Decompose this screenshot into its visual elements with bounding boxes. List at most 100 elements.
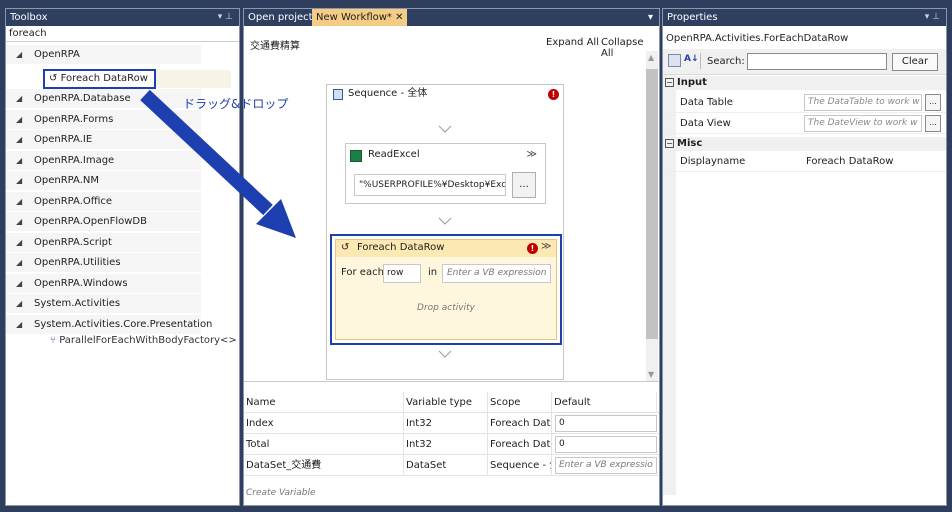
foreach-header[interactable]: ↺ Foreach DataRow ! ≫: [336, 240, 556, 257]
sequence-header[interactable]: Sequence - 全体 !: [326, 84, 564, 104]
collapse-icon[interactable]: ◢: [16, 274, 22, 294]
collapse-box-icon[interactable]: −: [665, 78, 674, 87]
category-misc[interactable]: − Misc: [663, 137, 946, 151]
property-value[interactable]: Foreach DataRow: [806, 151, 893, 172]
error-icon[interactable]: !: [548, 89, 559, 100]
scroll-down-icon[interactable]: ▼: [648, 370, 654, 379]
variable-scope[interactable]: Foreach DataI: [488, 413, 552, 434]
loop-variable-input[interactable]: row: [383, 264, 421, 283]
tree-item-forms[interactable]: ◢ OpenRPA.Forms: [6, 110, 201, 130]
alphabetical-sort-icon[interactable]: A↓: [684, 54, 699, 64]
foreach-datarow-activity[interactable]: ↺ Foreach DataRow ! ≫ For each row in En…: [330, 234, 562, 345]
toolbox-title: Toolbox: [10, 12, 48, 23]
tree-item-script[interactable]: ◢ OpenRPA.Script: [6, 233, 201, 253]
tree-item-foreach-datarow[interactable]: ↺ Foreach DataRow: [43, 69, 156, 89]
scrollbar-thumb[interactable]: [646, 69, 658, 339]
search-label: Search:: [707, 56, 745, 67]
collapse-box-icon[interactable]: −: [665, 139, 674, 148]
tree-item-label: OpenRPA.Image: [34, 155, 115, 166]
collapse-icon[interactable]: ◢: [16, 192, 22, 212]
tree-item-ie[interactable]: ◢ OpenRPA.IE: [6, 130, 201, 150]
tree-item-utilities[interactable]: ◢ OpenRPA.Utilities: [6, 253, 201, 273]
category-input[interactable]: − Input: [663, 76, 946, 90]
tree-item-image[interactable]: ◢ OpenRPA.Image: [6, 151, 201, 171]
sequence-icon: [333, 89, 343, 100]
tree-item-label: ParallelForEachWithBodyFactory<>: [59, 335, 237, 346]
collapse-icon[interactable]: ◢: [16, 151, 22, 171]
file-path-input[interactable]: "%USERPROFILE%¥Desktop¥Exc: [354, 174, 506, 196]
ellipsis-button[interactable]: ...: [925, 115, 941, 132]
read-excel-activity[interactable]: ReadExcel ≫ "%USERPROFILE%¥Desktop¥Exc .…: [345, 143, 546, 204]
column-header-scope[interactable]: Scope: [488, 392, 552, 413]
column-header-default[interactable]: Default: [552, 392, 657, 413]
property-row[interactable]: Data Table The DataTable to work w ...: [663, 92, 946, 113]
drop-activity-zone[interactable]: Drop activity: [336, 303, 556, 313]
column-header-name[interactable]: Name: [244, 392, 404, 413]
property-row[interactable]: Data View The DateView to work w ...: [663, 113, 946, 134]
tab-open-project[interactable]: Open project: [244, 9, 317, 26]
collapse-icon[interactable]: ◢: [16, 212, 22, 232]
collapse-icon[interactable]: ◢: [16, 315, 22, 335]
foreach-icon: ↺: [341, 242, 350, 253]
variable-type[interactable]: Int32: [404, 434, 488, 455]
variable-default-input[interactable]: Enter a VB expressio: [555, 457, 657, 474]
variable-default-input[interactable]: 0: [555, 436, 657, 453]
workflow-designer: Open project New Workflow* ✕ ▾ 交通費精算 Exp…: [243, 8, 660, 506]
tree-item-core-presentation[interactable]: ◢ System.Activities.Core.Presentation: [6, 315, 212, 335]
table-row[interactable]: Index Int32 Foreach DataI 0: [244, 413, 659, 434]
pin-icon[interactable]: ▾ ⊥: [218, 9, 233, 26]
categorized-sort-icon[interactable]: [668, 54, 681, 67]
ellipsis-button[interactable]: ...: [925, 94, 941, 111]
property-value-input[interactable]: The DataTable to work w: [804, 94, 922, 111]
browse-button[interactable]: ...: [512, 172, 536, 198]
toolbox-search-input[interactable]: foreach: [6, 26, 239, 42]
tree-item-openflowdb[interactable]: ◢ OpenRPA.OpenFlowDB: [6, 212, 201, 232]
table-row[interactable]: Total Int32 Foreach DataI 0: [244, 434, 659, 455]
collection-expression-input[interactable]: Enter a VB expression: [442, 264, 551, 283]
collapse-chevron-icon[interactable]: ≫: [527, 149, 537, 160]
variable-name[interactable]: Index: [244, 413, 404, 434]
collapse-icon[interactable]: ◢: [16, 171, 22, 191]
expand-all-link[interactable]: Expand All: [546, 37, 599, 48]
tree-item-database[interactable]: ◢ OpenRPA.Database: [6, 89, 201, 109]
tree-item-openrpa[interactable]: ◢ OpenRPA: [6, 45, 201, 65]
foreach-icon: ↺: [49, 73, 58, 84]
sequence-label: Sequence - 全体: [348, 88, 428, 99]
tree-item-office[interactable]: ◢ OpenRPA.Office: [6, 192, 201, 212]
collapse-icon[interactable]: ◢: [16, 253, 22, 273]
collapse-icon[interactable]: ◢: [16, 233, 22, 253]
collapse-icon[interactable]: ◢: [16, 89, 22, 109]
error-icon[interactable]: !: [527, 243, 538, 254]
tree-item-parallel-foreach[interactable]: ⑂ ParallelForEachWithBodyFactory<>: [50, 334, 237, 348]
parallel-icon: ⑂: [50, 335, 56, 346]
variable-scope[interactable]: Foreach DataI: [488, 434, 552, 455]
tree-item-nm[interactable]: ◢ OpenRPA.NM: [6, 171, 201, 191]
create-variable-link[interactable]: Create Variable: [246, 488, 316, 498]
collapse-icon[interactable]: ◢: [16, 45, 22, 65]
property-row[interactable]: Displayname Foreach DataRow: [663, 151, 946, 172]
collapse-chevron-icon[interactable]: ≫: [541, 241, 551, 252]
properties-search-input[interactable]: [747, 53, 887, 70]
variable-default-input[interactable]: 0: [555, 415, 657, 432]
property-value-input[interactable]: The DateView to work w: [804, 115, 922, 132]
variable-scope[interactable]: Sequence - 全: [488, 455, 552, 476]
tree-item-label: OpenRPA.Utilities: [34, 257, 121, 268]
table-row[interactable]: DataSet_交通費 DataSet Sequence - 全 Enter a…: [244, 455, 659, 476]
variable-name[interactable]: Total: [244, 434, 404, 455]
collapse-icon[interactable]: ◢: [16, 294, 22, 314]
variable-type[interactable]: DataSet: [404, 455, 488, 476]
pin-icon[interactable]: ▾ ⊥: [925, 9, 940, 26]
collapse-icon[interactable]: ◢: [16, 110, 22, 130]
column-header-type[interactable]: Variable type: [404, 392, 488, 413]
scroll-up-icon[interactable]: ▲: [648, 53, 654, 62]
collapse-icon[interactable]: ◢: [16, 130, 22, 150]
variables-grid: Name Variable type Scope Default Index I…: [244, 381, 659, 505]
tab-new-workflow[interactable]: New Workflow* ✕: [312, 9, 408, 26]
clear-button[interactable]: Clear: [892, 53, 938, 71]
for-each-label: For each: [341, 267, 384, 278]
tab-dropdown-icon[interactable]: ▾: [648, 9, 653, 26]
variable-name[interactable]: DataSet_交通費: [244, 455, 404, 476]
variable-type[interactable]: Int32: [404, 413, 488, 434]
tree-item-system-activities[interactable]: ◢ System.Activities: [6, 294, 201, 314]
tree-item-windows[interactable]: ◢ OpenRPA.Windows: [6, 274, 201, 294]
